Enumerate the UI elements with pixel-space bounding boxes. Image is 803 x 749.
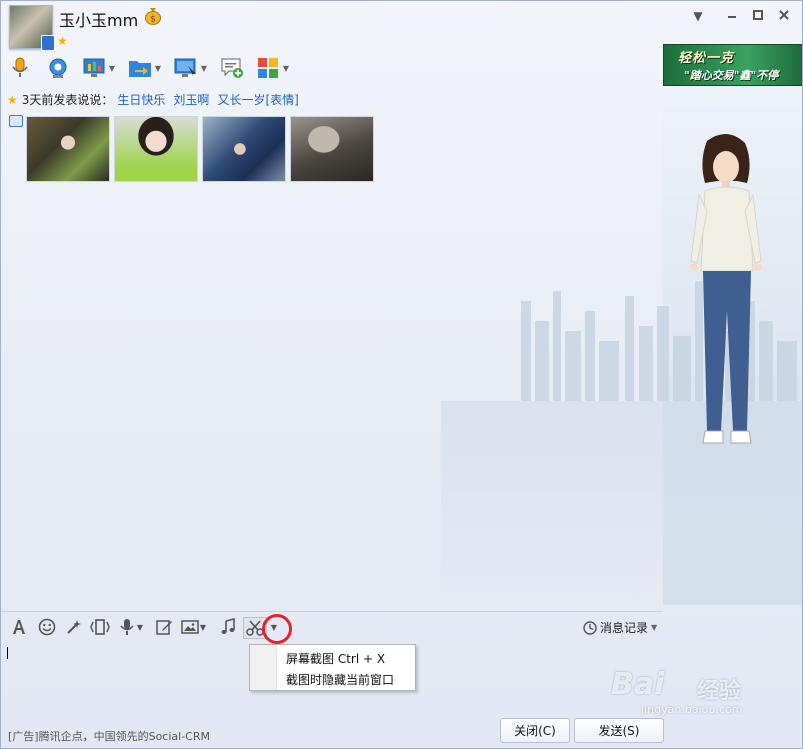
minimize-icon[interactable] bbox=[723, 7, 741, 25]
history-label: 消息记录 bbox=[600, 621, 649, 635]
font-icon[interactable] bbox=[9, 617, 29, 637]
watermark-url: jingyan.baidu.com bbox=[641, 703, 743, 716]
remote-assist-dropdown-icon[interactable]: ▼ bbox=[199, 55, 209, 81]
music-icon[interactable] bbox=[218, 617, 238, 637]
close-icon[interactable] bbox=[775, 7, 793, 25]
album-photo-3[interactable] bbox=[202, 116, 286, 182]
image-dropdown-icon[interactable]: ▼ bbox=[198, 617, 208, 637]
phone-online-icon bbox=[41, 35, 55, 51]
star-icon: ★ bbox=[57, 34, 68, 48]
screen-share-icon[interactable] bbox=[81, 55, 107, 81]
top-toolbar: ▼ ▼ ▼ ▼ bbox=[7, 55, 291, 81]
money-bag-icon[interactable]: $ bbox=[144, 5, 162, 25]
microphone-icon[interactable] bbox=[7, 55, 33, 81]
svg-text:$: $ bbox=[150, 15, 156, 25]
contact-name: 玉小玉mm bbox=[59, 11, 139, 30]
file-transfer-dropdown-icon[interactable]: ▼ bbox=[153, 55, 163, 81]
history-dropdown-icon[interactable]: ▼ bbox=[651, 623, 657, 632]
message-history-button[interactable]: 消息记录 ▼ bbox=[583, 619, 657, 636]
maximize-icon[interactable] bbox=[749, 7, 767, 25]
message-area-divider bbox=[1, 611, 663, 612]
show-character bbox=[690, 133, 762, 444]
dropdown-icon[interactable]: ▼ bbox=[689, 7, 707, 25]
album-photo-1[interactable] bbox=[26, 116, 110, 182]
send-button[interactable]: 发送(S) bbox=[574, 718, 664, 743]
ad-banner-line1: 轻松一克 bbox=[678, 51, 735, 66]
screenshot-menu: 屏幕截图 Ctrl + X 截图时隐藏当前窗口 bbox=[249, 644, 416, 691]
image-icon[interactable] bbox=[180, 617, 200, 637]
magic-wand-icon[interactable] bbox=[64, 617, 84, 637]
status-star-icon: ★ bbox=[7, 92, 18, 107]
remote-assist-icon[interactable] bbox=[173, 55, 199, 81]
album-photo-2[interactable] bbox=[114, 116, 198, 182]
edit-icon[interactable] bbox=[154, 617, 174, 637]
album-icon bbox=[9, 115, 23, 127]
ad-banner[interactable]: 轻松一克 "踏心交易"鑫"不停 bbox=[663, 44, 802, 86]
voice-icon[interactable] bbox=[117, 617, 137, 637]
file-transfer-icon[interactable] bbox=[127, 55, 153, 81]
status-link-1[interactable]: 生日快乐 bbox=[117, 91, 165, 108]
ad-banner-line2: "踏心交易"鑫"不停 bbox=[684, 69, 779, 82]
apps-dropdown-icon[interactable]: ▼ bbox=[281, 55, 291, 81]
close-button[interactable]: 关闭(C) bbox=[500, 718, 570, 743]
avatar[interactable] bbox=[9, 5, 55, 51]
status-link-2[interactable]: 刘玉啊 bbox=[173, 91, 209, 108]
menu-gutter bbox=[250, 645, 277, 690]
status-link-3[interactable]: 又长一岁[表情] bbox=[217, 91, 298, 108]
chat-window: 玉小玉mm $ ★ ▼ ▼ ▼ ▼ ▼ ★ 3天前发表说说： 生日快乐 刘玉啊 … bbox=[0, 0, 803, 749]
status-prefix: 3天前发表说说： bbox=[21, 93, 114, 107]
emoji-icon[interactable] bbox=[37, 617, 57, 637]
album-photo-4[interactable] bbox=[290, 116, 374, 182]
baidu-watermark: Bai 经验 jingyan.baidu.com bbox=[601, 665, 791, 716]
sms-add-icon[interactable] bbox=[219, 55, 245, 81]
shake-icon[interactable] bbox=[90, 617, 110, 637]
screen-share-dropdown-icon[interactable]: ▼ bbox=[107, 55, 117, 81]
status-line: ★ 3天前发表说说： 生日快乐 刘玉啊 又长一岁[表情] bbox=[7, 91, 299, 108]
highlight-circle bbox=[262, 614, 292, 644]
clock-icon bbox=[583, 620, 597, 635]
menu-item-hide-window[interactable]: 截图时隐藏当前窗口 bbox=[286, 671, 394, 688]
watermark-cn: 经验 bbox=[697, 679, 742, 704]
footer-ad-link[interactable]: [广告]腾讯企点，中国领先的Social-CRM bbox=[8, 728, 210, 744]
webcam-icon[interactable] bbox=[45, 55, 71, 81]
menu-item-screen-capture[interactable]: 屏幕截图 Ctrl + X bbox=[286, 650, 385, 667]
voice-dropdown-icon[interactable]: ▼ bbox=[135, 617, 145, 637]
watermark-brand: Bai bbox=[611, 667, 665, 702]
apps-grid-icon[interactable] bbox=[255, 55, 281, 81]
